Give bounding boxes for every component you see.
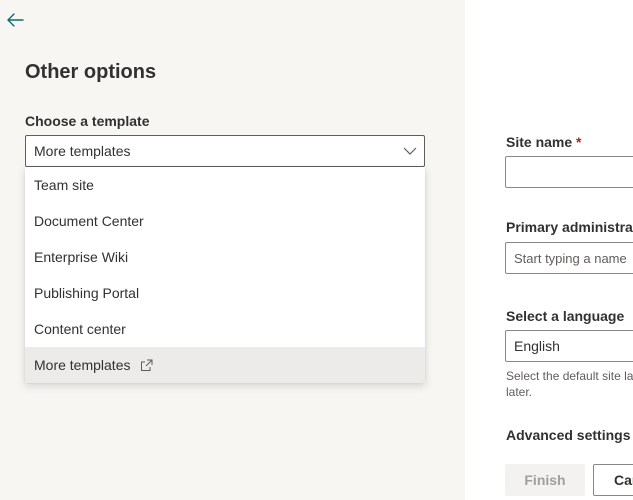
finish-button[interactable]: Finish	[505, 464, 585, 496]
site-name-label-text: Site name	[506, 134, 573, 150]
page-title: Other options	[25, 61, 157, 83]
option-content-center[interactable]: Content center	[25, 311, 425, 347]
template-dropdown[interactable]: More templates	[25, 135, 425, 167]
advanced-settings-toggle[interactable]: Advanced settings	[506, 427, 633, 443]
template-dropdown-value: More templates	[34, 143, 131, 159]
external-link-icon	[141, 359, 153, 371]
back-arrow-icon	[7, 13, 24, 27]
language-label: Select a language	[506, 308, 625, 324]
language-dropdown[interactable]: English	[505, 330, 633, 362]
required-marker: *	[572, 134, 582, 150]
primary-admin-label: Primary administrator	[506, 219, 633, 235]
advanced-settings-label: Advanced settings	[506, 427, 631, 443]
template-options-list: Team site Document Center Enterprise Wik…	[25, 167, 425, 383]
option-more-templates[interactable]: More templates	[25, 347, 425, 383]
option-enterprise-wiki[interactable]: Enterprise Wiki	[25, 239, 425, 275]
option-label: Publishing Portal	[34, 285, 140, 301]
option-label: Document Center	[34, 213, 144, 229]
help-line: later.	[506, 385, 533, 399]
language-help-text: Select the default site language later.	[506, 368, 633, 400]
option-label: Enterprise Wiki	[34, 249, 129, 265]
cancel-button[interactable]: Cancel	[593, 464, 633, 496]
option-label: More templates	[34, 357, 131, 373]
site-name-label: Site name *	[506, 134, 581, 150]
option-publishing-portal[interactable]: Publishing Portal	[25, 275, 425, 311]
chevron-down-icon	[403, 147, 417, 155]
template-label: Choose a template	[25, 113, 150, 129]
back-button[interactable]	[4, 9, 26, 31]
help-line: Select the default site language	[506, 369, 633, 383]
option-document-center[interactable]: Document Center	[25, 203, 425, 239]
option-label: Team site	[34, 177, 94, 193]
site-details-panel: Site name * Primary administrator Start …	[465, 0, 633, 500]
option-team-site[interactable]: Team site	[25, 167, 425, 203]
site-name-input[interactable]	[505, 156, 633, 188]
primary-admin-input[interactable]: Start typing a name	[505, 242, 633, 274]
option-label: Content center	[34, 321, 126, 337]
template-panel: Other options Choose a template More tem…	[0, 0, 465, 500]
